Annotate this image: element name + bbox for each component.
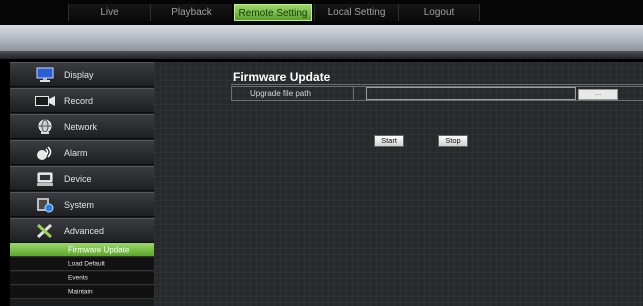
tab-playback[interactable]: Playback (150, 4, 232, 21)
sidebar: Display Record Network Alarm Device Syst… (10, 62, 154, 306)
sidebar-item-label: Advanced (64, 226, 105, 236)
tab-remote-setting-label: Remote Setting (238, 8, 308, 19)
tab-remote-setting[interactable]: Remote Setting (234, 4, 312, 21)
sidebar-subitem-label: Events (68, 274, 88, 282)
sidebar-item-label: Network (64, 122, 98, 132)
tab-logout-label: Logout (423, 7, 455, 18)
browse-button[interactable]: .... (578, 89, 618, 100)
sidebar-item-advanced[interactable]: Advanced (10, 218, 154, 243)
sidebar-item-label: Device (64, 174, 92, 184)
sidebar-item-label: Record (64, 96, 94, 106)
start-button[interactable]: Start (374, 135, 404, 147)
sidebar-subitem-load-default[interactable]: Load Default (10, 258, 154, 271)
header-band-shadow (0, 51, 643, 59)
tools-icon (36, 223, 54, 239)
sidebar-item-label: System (64, 200, 95, 210)
sidebar-item-system[interactable]: System (10, 192, 154, 217)
upgrade-path-label: Upgrade file path (232, 87, 354, 100)
sidebar-item-device[interactable]: Device (10, 166, 154, 191)
page-title: Firmware Update (233, 70, 331, 84)
hard-disk-icon (36, 171, 54, 187)
tab-local-setting[interactable]: Local Setting (314, 4, 398, 21)
network-globe-icon (36, 119, 54, 135)
sidebar-subitem-label: Load Default (68, 260, 105, 268)
tab-live[interactable]: Live (68, 4, 150, 21)
stop-button[interactable]: Stop (438, 135, 468, 147)
tab-local-setting-label: Local Setting (327, 7, 386, 18)
tab-live-label: Live (100, 7, 119, 18)
sidebar-item-record[interactable]: Record (10, 88, 154, 113)
alarm-siren-icon (36, 145, 54, 161)
sidebar-item-display[interactable]: Display (10, 62, 154, 87)
sidebar-subitem-firmware-update[interactable]: Firmware Update (10, 243, 154, 257)
sidebar-item-label: Alarm (64, 148, 88, 158)
top-navigation-bar: Live Playback Remote Setting Local Setti… (0, 0, 643, 25)
sidebar-subitem-maintain[interactable]: Maintain (10, 286, 154, 299)
sidebar-subitem-events[interactable]: Events (10, 272, 154, 285)
system-icon (36, 197, 54, 213)
tab-logout[interactable]: Logout (398, 4, 480, 21)
monitor-icon (36, 67, 54, 83)
sidebar-item-label: Display (64, 70, 94, 80)
sidebar-item-network[interactable]: Network (10, 114, 154, 139)
sidebar-item-alarm[interactable]: Alarm (10, 140, 154, 165)
upgrade-path-input[interactable] (366, 87, 576, 100)
sidebar-subitem-label: Firmware Update (68, 245, 130, 254)
header-band (0, 25, 643, 51)
camera-icon (34, 93, 56, 109)
sidebar-subitem-label: Maintain (68, 288, 93, 296)
tab-playback-label: Playback (171, 7, 212, 18)
